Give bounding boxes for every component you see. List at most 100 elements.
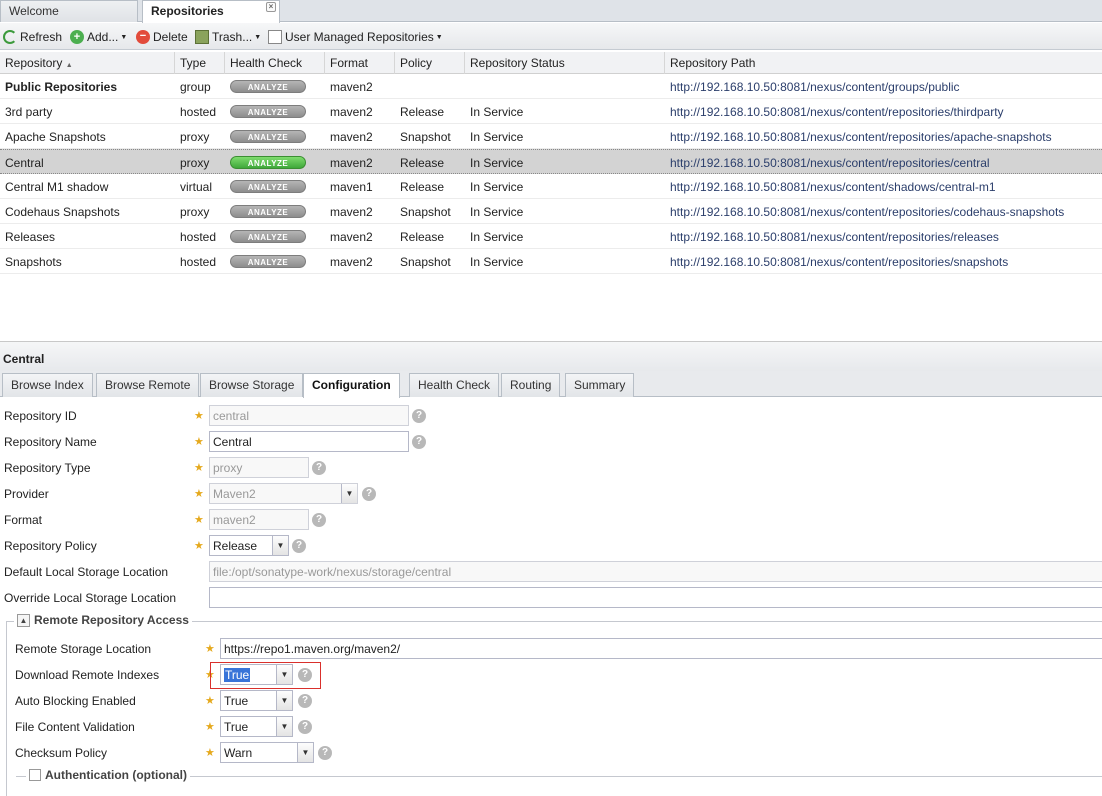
trash-button[interactable]: Trash... ▼	[195, 28, 261, 46]
repo-policy	[395, 74, 405, 98]
tab-summary[interactable]: Summary	[565, 373, 635, 397]
help-icon[interactable]: ?	[312, 461, 326, 475]
analyze-button[interactable]: ANALYZE	[230, 80, 306, 93]
add-button[interactable]: + Add... ▼	[70, 28, 127, 46]
required-icon: ★	[205, 747, 215, 759]
table-row[interactable]: Codehaus Snapshots proxy ANALYZE maven2 …	[0, 199, 1102, 224]
column-header-health-check[interactable]: Health Check	[225, 52, 325, 74]
trash-icon	[195, 30, 209, 44]
remote-location-field[interactable]: https://repo1.maven.org/maven2/	[220, 638, 1102, 659]
repo-policy: Release	[400, 230, 445, 244]
policy-select[interactable]: Release ▼	[209, 535, 289, 556]
analyze-button[interactable]: ANALYZE	[230, 230, 306, 243]
provider-label: Provider	[4, 487, 49, 501]
provider-select: Maven2 ▼	[209, 483, 358, 504]
detail-panel-header: Central	[0, 341, 1102, 371]
repo-path: http://192.168.10.50:8081/nexus/content/…	[670, 156, 990, 170]
repo-policy: Snapshot	[400, 130, 451, 144]
help-icon[interactable]: ?	[312, 513, 326, 527]
panel-title: Central	[3, 352, 45, 366]
table-row[interactable]: Public Repositories group ANALYZE maven2…	[0, 74, 1102, 99]
column-header-format[interactable]: Format	[325, 52, 395, 74]
repo-type: hosted	[180, 230, 217, 244]
help-icon[interactable]: ?	[412, 409, 426, 423]
help-icon[interactable]: ?	[362, 487, 376, 501]
table-row[interactable]: Snapshots hosted ANALYZE maven2 Snapshot…	[0, 249, 1102, 274]
required-icon: ★	[205, 695, 215, 707]
tab-browse-storage[interactable]: Browse Storage	[200, 373, 304, 397]
analyze-button[interactable]: ANALYZE	[230, 205, 306, 218]
repo-status: In Service	[470, 180, 524, 194]
table-row[interactable]: 3rd party hosted ANALYZE maven2 Release …	[0, 99, 1102, 124]
tab-configuration[interactable]: Configuration	[303, 373, 400, 398]
chevron-down-icon[interactable]: ▼	[272, 536, 288, 555]
required-icon: ★	[194, 462, 204, 474]
detail-tab-bar: Browse Index Browse Remote Browse Storag…	[0, 371, 1102, 398]
analyze-button[interactable]: ANALYZE	[230, 105, 306, 118]
default-storage-label: Default Local Storage Location	[4, 565, 169, 579]
repo-name: Codehaus Snapshots	[5, 205, 120, 219]
help-icon[interactable]: ?	[292, 539, 306, 553]
column-header-type[interactable]: Type	[175, 52, 225, 74]
analyze-button[interactable]: ANALYZE	[230, 130, 306, 143]
auto-blocking-select[interactable]: True ▼	[220, 690, 293, 711]
collapse-icon[interactable]: ▲	[17, 613, 30, 627]
repo-name-field[interactable]: Central	[209, 431, 409, 452]
tab-browse-index[interactable]: Browse Index	[2, 373, 93, 397]
repo-format: maven2	[330, 156, 373, 170]
remote-section-title: Remote Repository Access	[34, 613, 189, 627]
column-header-status[interactable]: Repository Status	[465, 52, 665, 74]
close-icon[interactable]: ×	[266, 2, 276, 12]
analyze-button[interactable]: ANALYZE	[230, 255, 306, 268]
override-storage-field[interactable]	[209, 587, 1102, 608]
delete-button[interactable]: − Delete	[136, 28, 188, 46]
column-header-repository[interactable]: Repository ▲	[0, 52, 175, 74]
tab-welcome[interactable]: Welcome	[0, 0, 138, 22]
remote-section-legend: ▲ Remote Repository Access	[14, 613, 192, 627]
user-managed-repositories-button[interactable]: User Managed Repositories ▼	[268, 28, 443, 46]
repo-format: maven2	[330, 130, 373, 144]
repo-format: maven2	[330, 255, 373, 269]
analyze-button[interactable]: ANALYZE	[230, 156, 306, 169]
tab-health-check[interactable]: Health Check	[409, 373, 500, 397]
table-row-selected[interactable]: Central proxy ANALYZE maven2 Release In …	[0, 149, 1102, 174]
repo-name: Public Repositories	[5, 80, 118, 94]
provider-value: Maven2	[213, 487, 256, 501]
chevron-down-icon: ▼	[341, 484, 357, 503]
table-row[interactable]: Apache Snapshots proxy ANALYZE maven2 Sn…	[0, 124, 1102, 149]
analyze-button[interactable]: ANALYZE	[230, 180, 306, 193]
repo-status: In Service	[470, 230, 524, 244]
repo-type: group	[180, 80, 211, 94]
repo-type: hosted	[180, 105, 217, 119]
help-icon[interactable]: ?	[318, 746, 332, 760]
tab-repositories[interactable]: Repositories ×	[142, 0, 280, 23]
refresh-button[interactable]: Refresh	[3, 28, 62, 46]
chevron-down-icon[interactable]: ▼	[276, 691, 292, 710]
repo-type: proxy	[180, 156, 210, 170]
chevron-down-icon[interactable]: ▼	[276, 717, 292, 736]
auth-checkbox[interactable]	[29, 769, 41, 781]
help-icon[interactable]: ?	[412, 435, 426, 449]
repo-format: maven1	[330, 180, 373, 194]
repo-name: 3rd party	[5, 105, 53, 119]
checksum-policy-select[interactable]: Warn ▼	[220, 742, 314, 763]
tab-routing[interactable]: Routing	[501, 373, 561, 397]
repo-path: http://192.168.10.50:8081/nexus/content/…	[670, 130, 1052, 144]
repo-path: http://192.168.10.50:8081/nexus/content/…	[670, 105, 1004, 119]
required-icon: ★	[205, 721, 215, 733]
file-validation-select[interactable]: True ▼	[220, 716, 293, 737]
tab-browse-remote[interactable]: Browse Remote	[96, 373, 200, 397]
sort-asc-icon: ▲	[65, 62, 73, 69]
table-row[interactable]: Central M1 shadow virtual ANALYZE maven1…	[0, 174, 1102, 199]
help-icon[interactable]: ?	[298, 720, 312, 734]
download-indexes-label: Download Remote Indexes	[15, 668, 160, 682]
repo-path: http://192.168.10.50:8081/nexus/content/…	[670, 230, 999, 244]
column-header-path[interactable]: Repository Path	[665, 52, 1102, 74]
tab-welcome-label: Welcome	[9, 4, 59, 18]
chevron-down-icon[interactable]: ▼	[297, 743, 313, 762]
column-header-policy[interactable]: Policy	[395, 52, 465, 74]
checksum-policy-label: Checksum Policy	[15, 746, 108, 760]
table-row[interactable]: Releases hosted ANALYZE maven2 Release I…	[0, 224, 1102, 249]
help-icon[interactable]: ?	[298, 694, 312, 708]
chevron-down-icon: ▼	[120, 33, 128, 41]
